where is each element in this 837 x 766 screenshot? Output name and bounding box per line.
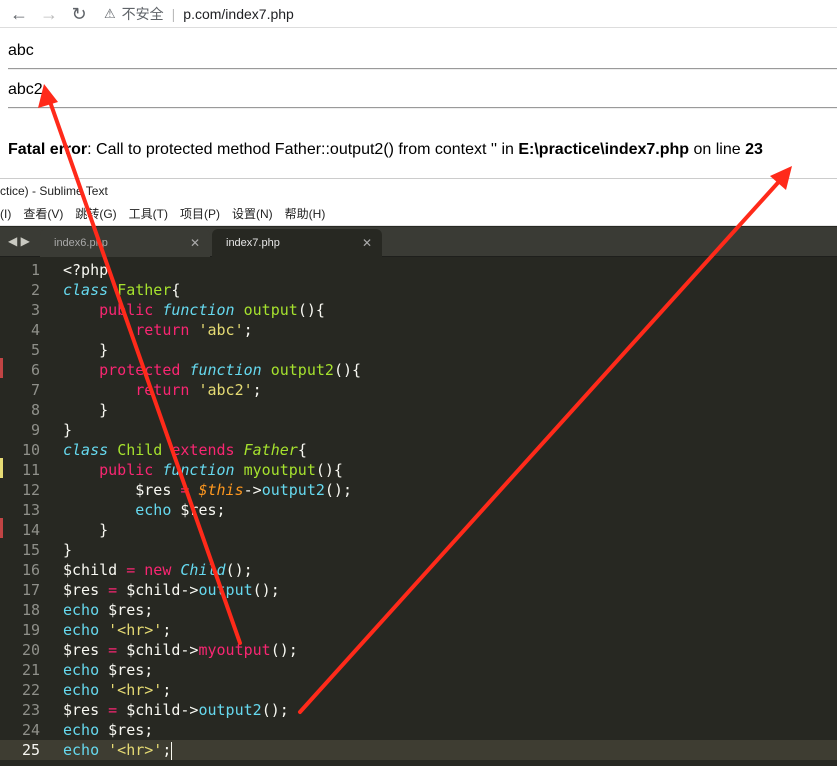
code-line: 13 echo $res; [0,500,837,520]
security-label[interactable]: 不安全 [122,4,164,24]
menu-item-view[interactable]: 查看(V) [23,205,63,222]
line-number: 24 [21,721,40,739]
horizontal-rule [8,68,837,70]
code-line: 17 $res = $child->output(); [0,580,837,600]
code-line: 2 class Father{ [0,280,837,300]
line-number: 6 [30,361,40,379]
line-number: 19 [21,621,40,639]
tab-bar: ◀ ▶ index6.php ✕ index7.php ✕ [0,227,837,257]
code-line: 22 echo '<hr>'; [0,680,837,700]
fatal-text: : Call to protected method Father::outpu… [87,141,519,158]
browser-toolbar: ← → ↻ ⚠ 不安全 | p.com/index7.php [0,0,837,28]
code-line: 14 } [0,520,837,540]
code-line: 11 public function myoutput(){ [0,460,837,480]
code-line: 18 echo $res; [0,600,837,620]
code-line: 9} [0,420,837,440]
line-number: 17 [21,581,40,599]
code-line: 21 echo $res; [0,660,837,680]
code-line: 24 echo $res; [0,720,837,740]
window-title: ctice) - Sublime Text [0,178,837,202]
line-number: 13 [21,501,40,519]
tab-index7[interactable]: index7.php ✕ [212,229,382,257]
close-icon[interactable]: ✕ [190,229,200,257]
menu-item-tools[interactable]: 工具(T) [129,205,168,222]
code-line: 12 $res = $this->output2(); [0,480,837,500]
code-editor[interactable]: 1 <?php 2 class Father{ 3 public function … [0,258,837,766]
menu-bar: (I) 查看(V) 跳转(G) 工具(T) 项目(P) 设置(N) 帮助(H) [0,202,837,226]
line-number: 3 [30,301,40,319]
text-cursor [171,741,173,760]
tab-label: index7.php [226,237,280,249]
fatal-error-message: Fatal error: Call to protected method Fa… [8,141,763,159]
code-line: 7 return 'abc2'; [0,380,837,400]
menu-item-preferences[interactable]: 设置(N) [232,205,273,222]
url-text[interactable]: p.com/index7.php [183,6,294,22]
line-number: 4 [30,321,40,339]
code-line: 16 $child = new Child(); [0,560,837,580]
code-line: 10 class Child extends Father{ [0,440,837,460]
code-line: 1 <?php [0,260,837,280]
arrow-left-icon[interactable]: ← [8,3,30,25]
fatal-line: 23 [745,141,763,158]
line-number: 15 [21,541,40,559]
menu-item-help[interactable]: 帮助(H) [285,205,326,222]
close-icon[interactable]: ✕ [362,229,372,257]
output-text-2: abc2 [8,81,43,98]
address-separator: | [171,5,176,22]
line-number: 11 [21,461,40,479]
fatal-label: Fatal error [8,141,88,158]
code-line: 8 } [0,400,837,420]
code-line: 6 protected function output2(){ [0,360,837,380]
code-line: 20 $res = $child->myoutput(); [0,640,837,660]
code-line-current: 25 echo '<hr>'; [0,740,837,760]
code-line: 3 public function output(){ [0,300,837,320]
line-number: 20 [21,641,40,659]
warning-icon[interactable]: ⚠ [104,6,116,22]
line-number: 8 [30,401,40,419]
code-line: 15} [0,540,837,560]
horizontal-rule [8,107,837,109]
line-number: 7 [30,381,40,399]
line-number: 22 [21,681,40,699]
reload-icon[interactable]: ↻ [68,3,90,25]
line-number: 25 [21,741,40,759]
code-line: 4 return 'abc'; [0,320,837,340]
tab-label: index6.php [54,237,108,249]
address-bar[interactable]: ⚠ 不安全 | p.com/index7.php [104,4,294,24]
menu-item[interactable]: (I) [0,207,11,221]
line-number: 10 [21,441,40,459]
line-number: 9 [30,421,40,439]
line-number: 16 [21,561,40,579]
menu-item-project[interactable]: 项目(P) [180,205,220,222]
sublime-window: ctice) - Sublime Text (I) 查看(V) 跳转(G) 工具… [0,178,837,766]
output-text-1: abc [8,42,34,59]
tab-index6[interactable]: index6.php ✕ [40,229,210,257]
tab-scroll-arrows-icon[interactable]: ◀ ▶ [8,234,30,248]
code-line: 5 } [0,340,837,360]
menu-item-goto[interactable]: 跳转(G) [75,205,116,222]
line-number: 18 [21,601,40,619]
arrow-right-icon[interactable]: → [38,3,60,25]
line-number: 21 [21,661,40,679]
line-number: 1 [30,261,40,279]
code-line: 19 echo '<hr>'; [0,620,837,640]
fatal-file: E:\practice\index7.php [518,141,690,158]
code-line: 23 $res = $child->output2(); [0,700,837,720]
line-number: 12 [21,481,40,499]
line-number: 23 [21,701,40,719]
line-number: 14 [21,521,40,539]
line-number: 2 [30,281,40,299]
line-number: 5 [30,341,40,359]
fatal-on: on line [689,141,746,158]
